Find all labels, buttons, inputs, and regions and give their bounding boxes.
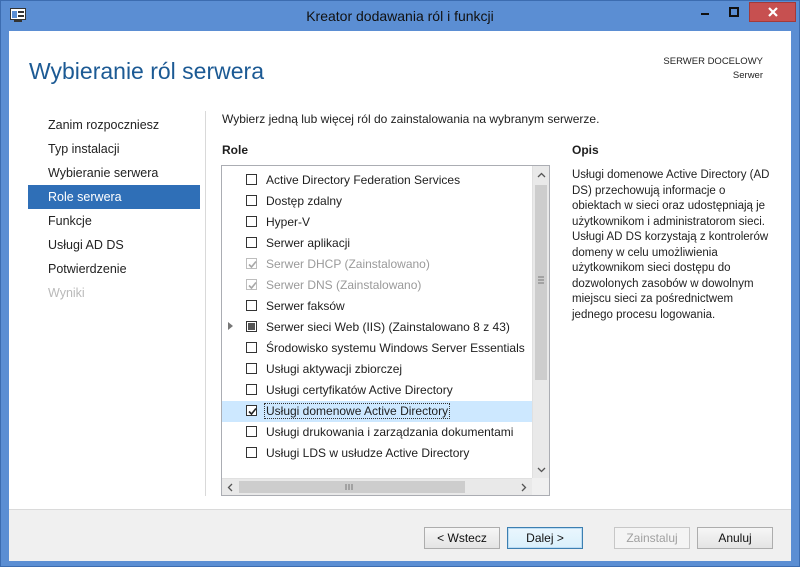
role-label: Serwer DNS (Zainstalowano) bbox=[266, 278, 422, 292]
role-description: Usługi domenowe Active Directory (AD DS)… bbox=[572, 169, 770, 321]
role-row[interactable]: Hyper-V bbox=[222, 212, 532, 233]
page-title: Wybieranie ról serwera bbox=[29, 58, 264, 84]
role-label: Środowisko systemu Windows Server Essent… bbox=[266, 341, 525, 355]
nav-item-potwierdzenie[interactable]: Potwierdzenie bbox=[28, 257, 200, 281]
close-button[interactable] bbox=[749, 2, 796, 22]
nav-item-zanim-rozpoczniesz[interactable]: Zanim rozpoczniesz bbox=[28, 113, 200, 137]
role-checkbox[interactable] bbox=[246, 363, 257, 374]
role-row[interactable]: Serwer aplikacji bbox=[222, 233, 532, 254]
cancel-button[interactable]: Anuluj bbox=[697, 527, 773, 549]
chevron-left-icon bbox=[227, 483, 233, 491]
back-button[interactable]: < Wstecz bbox=[424, 527, 500, 549]
button-bar: < Wstecz Dalej > Zainstaluj Anuluj bbox=[9, 509, 791, 561]
expand-arrow-icon[interactable] bbox=[228, 322, 233, 330]
role-checkbox[interactable] bbox=[246, 426, 257, 437]
role-row[interactable]: Usługi LDS w usłudze Active Directory bbox=[222, 443, 532, 464]
role-checkbox bbox=[246, 279, 257, 290]
roles-list[interactable]: Active Directory Federation Services Dost… bbox=[221, 165, 550, 496]
role-checkbox[interactable] bbox=[246, 195, 257, 206]
role-label: Usługi LDS w usłudze Active Directory bbox=[266, 446, 470, 460]
role-row[interactable]: Usługi aktywacji zbiorczej bbox=[222, 359, 532, 380]
checkmark-icon bbox=[248, 281, 257, 290]
role-checkbox[interactable] bbox=[246, 300, 257, 311]
nav-divider bbox=[205, 111, 206, 496]
role-label: Usługi certyfikatów Active Directory bbox=[266, 383, 453, 397]
role-checkbox[interactable] bbox=[246, 237, 257, 248]
roles-heading: Role bbox=[222, 143, 249, 157]
minimize-button[interactable] bbox=[691, 2, 719, 22]
role-row[interactable]: Serwer DHCP (Zainstalowano) bbox=[222, 254, 532, 275]
role-row[interactable]: Active Directory Federation Services bbox=[222, 170, 532, 191]
roles-rows: Active Directory Federation Services Dost… bbox=[222, 170, 532, 464]
scroll-down-button[interactable] bbox=[533, 461, 549, 478]
horizontal-scrollbar[interactable] bbox=[222, 478, 532, 495]
role-row[interactable]: Serwer faksów bbox=[222, 296, 532, 317]
wizard-content: Wybieranie ról serwera SERWER DOCELOWY S… bbox=[9, 31, 791, 561]
role-row[interactable]: Usługi drukowania i zarządzania dokument… bbox=[222, 422, 532, 443]
role-row[interactable]: Dostęp zdalny bbox=[222, 191, 532, 212]
instruction-text: Wybierz jedną lub więcej ról do zainstal… bbox=[222, 112, 600, 126]
close-icon bbox=[767, 7, 778, 17]
role-label: Serwer DHCP (Zainstalowano) bbox=[266, 257, 430, 271]
minimize-icon bbox=[701, 13, 709, 15]
grip-icon bbox=[345, 484, 353, 490]
maximize-icon bbox=[729, 7, 739, 17]
vertical-scrollbar[interactable] bbox=[532, 166, 549, 478]
role-checkbox[interactable] bbox=[246, 321, 257, 332]
nav-item-wyniki: Wyniki bbox=[48, 286, 85, 300]
scroll-left-button[interactable] bbox=[222, 479, 238, 495]
nav-item-role-serwera[interactable]: Role serwera bbox=[28, 185, 200, 209]
nav-item-typ-instalacji[interactable]: Typ instalacji bbox=[28, 137, 200, 161]
chevron-up-icon bbox=[537, 172, 545, 177]
scroll-up-button[interactable] bbox=[533, 166, 549, 183]
role-label: Usługi domenowe Active Directory bbox=[264, 403, 451, 419]
title-bar[interactable]: Kreator dodawania ról i funkcji bbox=[1, 1, 799, 31]
scroll-right-button[interactable] bbox=[516, 479, 532, 495]
vertical-scroll-thumb[interactable] bbox=[535, 185, 547, 380]
window-title: Kreator dodawania ról i funkcji bbox=[306, 8, 494, 24]
role-label: Hyper-V bbox=[266, 215, 311, 229]
horizontal-scroll-thumb[interactable] bbox=[239, 481, 465, 493]
wizard-nav: Zanim rozpoczniesz Typ instalacji Wybier… bbox=[28, 113, 200, 305]
role-checkbox[interactable] bbox=[246, 174, 257, 185]
role-label: Dostęp zdalny bbox=[266, 194, 343, 208]
grip-icon bbox=[538, 276, 544, 284]
destination-server-label: SERWER DOCELOWY bbox=[663, 56, 763, 67]
role-label: Serwer faksów bbox=[266, 299, 345, 313]
checkmark-icon bbox=[248, 407, 257, 416]
nav-item-wybieranie-serwera[interactable]: Wybieranie serwera bbox=[28, 161, 200, 185]
description-heading: Opis bbox=[572, 143, 599, 157]
role-checkbox[interactable] bbox=[246, 216, 257, 227]
next-button[interactable]: Dalej > bbox=[507, 527, 583, 549]
chevron-down-icon bbox=[537, 467, 545, 472]
role-label: Active Directory Federation Services bbox=[266, 173, 461, 187]
maximize-button[interactable] bbox=[720, 2, 748, 22]
role-label: Serwer sieci Web (IIS) (Zainstalowano 8 … bbox=[266, 320, 510, 334]
role-checkbox[interactable] bbox=[246, 342, 257, 353]
role-checkbox bbox=[246, 258, 257, 269]
nav-item-uslugi-ad-ds[interactable]: Usługi AD DS bbox=[28, 233, 200, 257]
destination-server: SERWER DOCELOWY Serwer bbox=[663, 55, 763, 83]
role-checkbox[interactable] bbox=[246, 405, 257, 416]
checkmark-icon bbox=[248, 260, 257, 269]
install-button: Zainstaluj bbox=[614, 527, 690, 549]
wizard-window: Kreator dodawania ról i funkcji Wybieran… bbox=[0, 0, 800, 567]
scroll-corner bbox=[532, 478, 549, 495]
chevron-right-icon bbox=[521, 483, 527, 491]
role-row[interactable]: Usługi certyfikatów Active Directory bbox=[222, 380, 532, 401]
role-row[interactable]: Środowisko systemu Windows Server Essent… bbox=[222, 338, 532, 359]
destination-server-value: Serwer bbox=[732, 70, 763, 81]
role-label: Serwer aplikacji bbox=[266, 236, 351, 250]
role-label: Usługi drukowania i zarządzania dokument… bbox=[266, 425, 514, 439]
role-row[interactable]: Serwer DNS (Zainstalowano) bbox=[222, 275, 532, 296]
role-row[interactable]: Serwer sieci Web (IIS) (Zainstalowano 8 … bbox=[222, 317, 532, 338]
role-label: Usługi aktywacji zbiorczej bbox=[266, 362, 403, 376]
role-checkbox[interactable] bbox=[246, 447, 257, 458]
nav-item-funkcje[interactable]: Funkcje bbox=[28, 209, 200, 233]
role-row[interactable]: Usługi domenowe Active Directory bbox=[222, 401, 532, 422]
role-checkbox[interactable] bbox=[246, 384, 257, 395]
